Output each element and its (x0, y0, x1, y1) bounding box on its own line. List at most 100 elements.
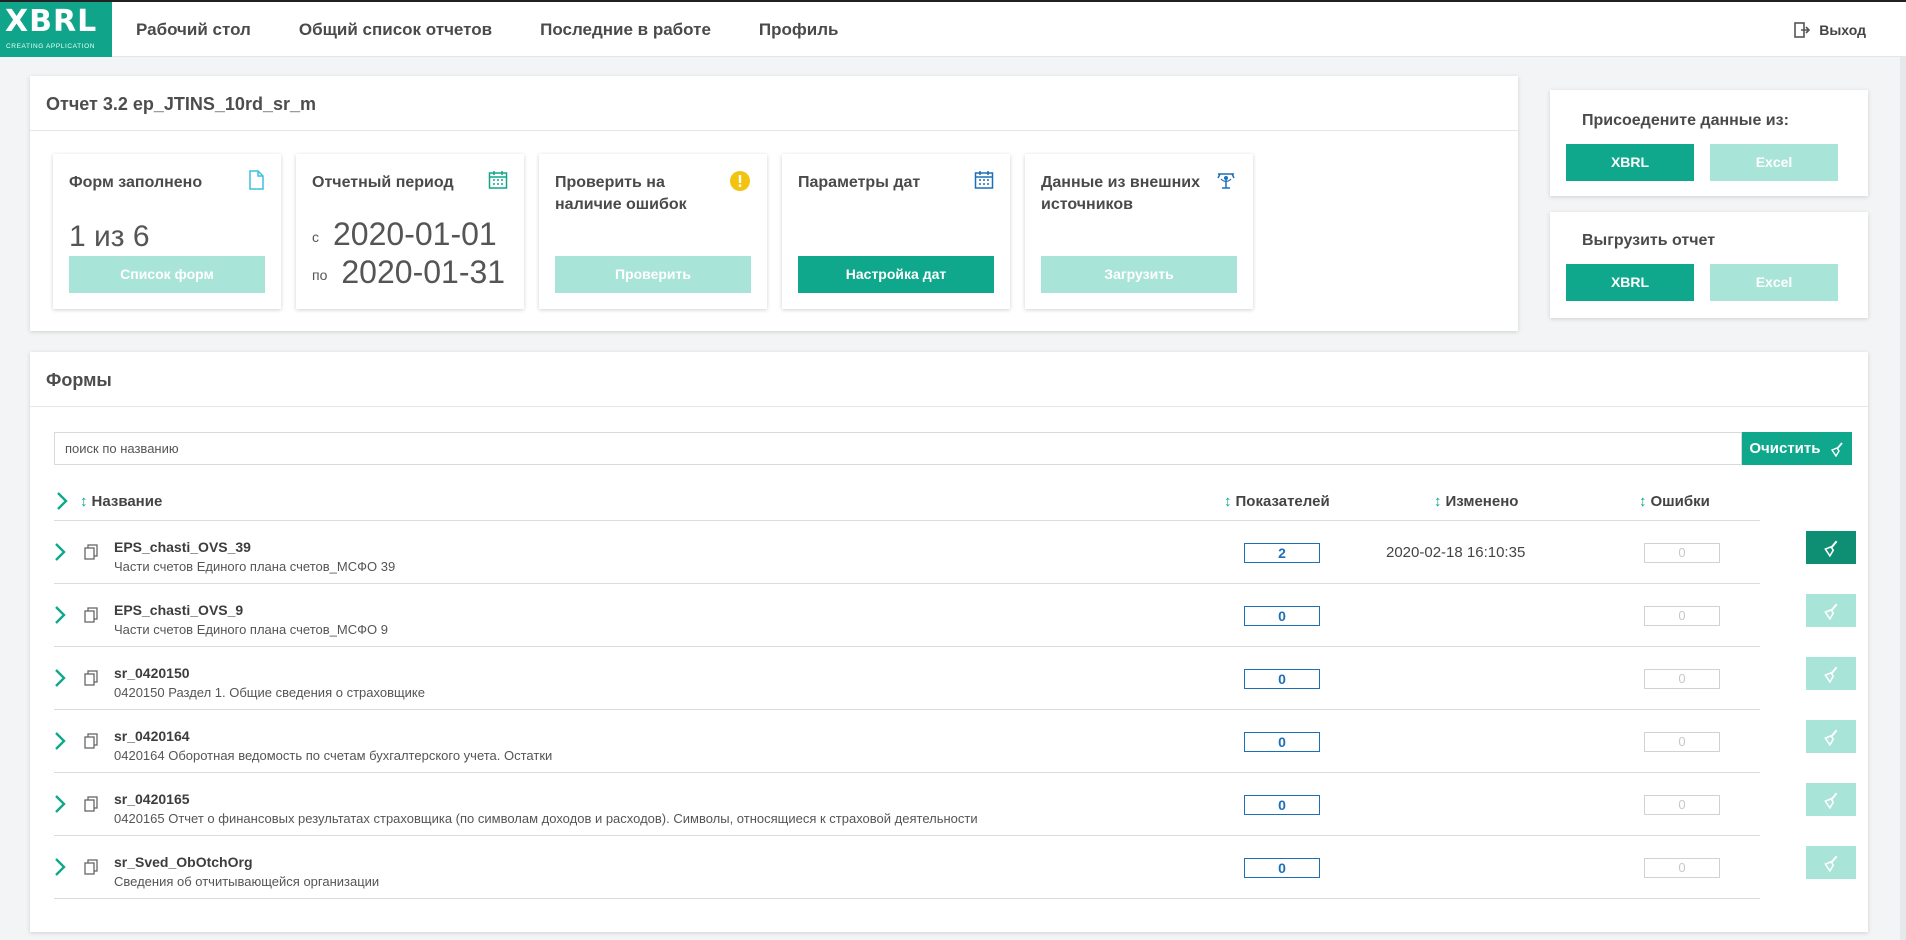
clear-form-button[interactable] (1806, 657, 1856, 690)
logo-text: XBRL (5, 4, 98, 39)
sort-icon: ↕ (1224, 493, 1232, 510)
clear-form-button[interactable] (1806, 594, 1856, 627)
column-indicators-label: Показателей (1235, 493, 1330, 510)
chevron-right-icon[interactable] (54, 542, 66, 562)
errors-count: 0 (1644, 606, 1720, 626)
chevron-right-icon[interactable] (54, 731, 66, 751)
load-button[interactable]: Загрузить (1041, 256, 1237, 293)
calendar-icon (488, 171, 508, 189)
nav-item-recent[interactable]: Последние в работе (540, 2, 711, 57)
clear-form-button[interactable] (1806, 846, 1856, 879)
broom-icon (1824, 666, 1838, 683)
form-description: Сведения об отчитывающейся организации (114, 874, 380, 889)
tile-title: Форм заполнено (69, 174, 203, 191)
nav-links: Рабочий стол Общий список отчетов Послед… (136, 2, 887, 57)
form-description: Части счетов Единого плана счетов_МСФО 3… (114, 559, 396, 574)
form-code[interactable]: sr_0420164 (114, 728, 190, 744)
column-header-name[interactable]: ↕ Название (80, 482, 162, 521)
errors-count: 0 (1644, 795, 1720, 815)
period-to: по 2020-01-31 (312, 254, 505, 291)
tile-title: Проверить на наличие ошибок (555, 174, 687, 213)
logout-button[interactable]: Выход (1793, 2, 1866, 57)
clear-form-button[interactable] (1806, 720, 1856, 753)
form-description: 0420150 Раздел 1. Общие сведения о страх… (114, 685, 425, 700)
chevron-right-icon[interactable] (54, 668, 66, 688)
table-header: ↕ Название ↕ Показателей ↕ Изменено ↕ Ошибки (54, 482, 1760, 521)
form-description: 0420164 Оборотная ведомость по счетам бу… (114, 748, 553, 763)
report-summary-card: Отчет 3.2 ep_JTINS_10rd_sr_m Форм заполн… (30, 76, 1518, 331)
indicators-count: 0 (1244, 606, 1320, 626)
attach-data-card: Присоедените данные из: XBRL Excel (1550, 90, 1868, 196)
tile-check-errors: Проверить на наличие ошибок Проверить (539, 154, 767, 309)
table-body: EPS_chasti_OVS_39 Части счетов Единого п… (54, 521, 1856, 899)
expand-all-toggle[interactable] (54, 482, 70, 521)
date-settings-button[interactable]: Настройка дат (798, 256, 994, 293)
column-errors-label: Ошибки (1650, 493, 1710, 510)
clear-form-button[interactable] (1806, 783, 1856, 816)
nav-item-reports-list[interactable]: Общий список отчетов (299, 2, 492, 57)
copy-icon[interactable] (84, 859, 98, 875)
table-row: sr_0420165 0420165 Отчет о финансовых ре… (54, 773, 1856, 836)
logout-icon (1794, 21, 1811, 38)
check-button[interactable]: Проверить (555, 256, 751, 293)
copy-icon[interactable] (84, 796, 98, 812)
sort-icon: ↕ (1639, 493, 1647, 510)
column-name-label: Название (91, 493, 163, 510)
forms-title: Формы (46, 370, 112, 390)
indicators-count: 0 (1244, 858, 1320, 878)
form-code[interactable]: EPS_chasti_OVS_9 (114, 602, 243, 618)
clear-form-button[interactable] (1806, 531, 1856, 564)
logo-tagline: CREATING APPLICATION (6, 43, 96, 50)
table-row: sr_0420150 0420150 Раздел 1. Общие сведе… (54, 647, 1856, 710)
column-header-errors[interactable]: ↕ Ошибки (1639, 482, 1710, 521)
nav-item-desktop[interactable]: Рабочий стол (136, 2, 251, 57)
satellite-icon (1217, 173, 1235, 189)
export-report-card: Выгрузить отчет XBRL Excel (1550, 212, 1868, 318)
broom-icon (1830, 442, 1843, 458)
copy-icon[interactable] (84, 544, 98, 560)
period-to-prefix: по (312, 266, 328, 283)
chevron-right-icon[interactable] (54, 794, 66, 814)
indicators-count: 0 (1244, 732, 1320, 752)
changed-timestamp: 2020-02-18 16:10:35 (1386, 544, 1526, 561)
nav-item-profile[interactable]: Профиль (759, 2, 839, 57)
export-excel-button[interactable]: Excel (1710, 264, 1838, 301)
table-row: EPS_chasti_OVS_9 Части счетов Единого пл… (54, 584, 1856, 647)
tile-reporting-period: Отчетный период с 2020-01-01 по 2020-01-31 (296, 154, 524, 309)
form-code[interactable]: sr_0420150 (114, 665, 190, 681)
copy-icon[interactable] (84, 733, 98, 749)
forms-list-button[interactable]: Список форм (69, 256, 265, 293)
attach-xbrl-button[interactable]: XBRL (1566, 144, 1694, 181)
broom-icon (1824, 792, 1838, 809)
broom-icon (1824, 603, 1838, 620)
tile-title: Параметры дат (798, 174, 921, 191)
form-code[interactable]: EPS_chasti_OVS_39 (114, 539, 251, 555)
clear-button[interactable]: Очистить (1742, 432, 1852, 465)
attach-excel-button[interactable]: Excel (1710, 144, 1838, 181)
export-xbrl-button[interactable]: XBRL (1566, 264, 1694, 301)
forms-filled-value: 1 из 6 (69, 220, 150, 253)
broom-icon (1824, 855, 1838, 872)
errors-count: 0 (1644, 732, 1720, 752)
form-code[interactable]: sr_0420165 (114, 791, 190, 807)
column-header-changed[interactable]: ↕ Изменено (1434, 482, 1518, 521)
sort-icon: ↕ (1434, 493, 1442, 510)
form-code[interactable]: sr_Sved_ObOtchOrg (114, 854, 253, 870)
tile-title: Отчетный период (312, 174, 454, 191)
column-header-indicators[interactable]: ↕ Показателей (1224, 482, 1330, 521)
table-row: sr_0420164 0420164 Оборотная ведомость п… (54, 710, 1856, 773)
xbrl-logo[interactable]: XBRL CREATING APPLICATION (0, 2, 112, 57)
copy-icon[interactable] (84, 607, 98, 623)
search-input[interactable] (54, 432, 1742, 465)
broom-icon (1824, 729, 1838, 746)
sort-icon: ↕ (80, 493, 88, 510)
period-from-prefix: с (312, 228, 319, 245)
copy-icon[interactable] (84, 670, 98, 686)
report-title: Отчет 3.2 ep_JTINS_10rd_sr_m (46, 94, 316, 114)
chevron-right-icon[interactable] (54, 857, 66, 877)
page-scrollbar[interactable] (1900, 57, 1906, 940)
top-navbar: XBRL CREATING APPLICATION Рабочий стол О… (0, 2, 1906, 57)
tile-title: Данные из внешних источников (1041, 174, 1200, 213)
chevron-right-icon[interactable] (54, 605, 66, 625)
period-to-date: 2020-01-31 (341, 254, 506, 290)
